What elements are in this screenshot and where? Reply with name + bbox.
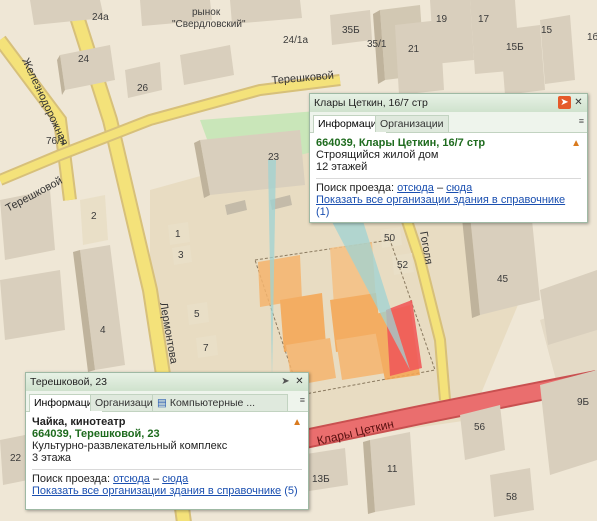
- building-label-3: 3: [178, 250, 184, 261]
- building-label-11: 11: [387, 464, 398, 475]
- tabs-scroll-icon[interactable]: ≡: [579, 116, 584, 126]
- route-label: Поиск проезда:: [32, 473, 110, 485]
- market-name-label: "Свердловский": [172, 19, 246, 30]
- tab-computer[interactable]: ▤ Компьютерные ...: [152, 394, 288, 411]
- route-dash: –: [152, 473, 160, 485]
- popup-title: Терешковой, 23: [30, 376, 107, 388]
- building-label-5: 5: [194, 309, 200, 320]
- show-all-row: Показать все организации здания в справо…: [32, 485, 302, 497]
- building-label-7: 7: [203, 343, 209, 354]
- building-label-1: 1: [175, 229, 181, 240]
- pin-icon[interactable]: ➤: [558, 96, 571, 109]
- building-label-52: 52: [397, 260, 409, 271]
- route-from-link[interactable]: отсюда: [397, 182, 434, 194]
- building-label-21: 21: [408, 44, 420, 55]
- close-icon[interactable]: ✕: [572, 96, 585, 109]
- show-all-row: Показать все организации здания в справо…: [316, 194, 581, 218]
- building-label-17: 17: [478, 14, 490, 25]
- tabs-scroll-icon[interactable]: ≡: [300, 395, 305, 405]
- route-row: Поиск проезда: отсюда – сюда: [32, 473, 302, 485]
- popup-body: ▲ Чайка, кинотеатр 664039, Терешковой, 2…: [26, 412, 308, 501]
- show-all-orgs-link[interactable]: Показать все организации здания в справо…: [316, 194, 565, 206]
- route-to-link[interactable]: сюда: [446, 182, 472, 194]
- building-type: Строящийся жилой дом: [316, 149, 439, 161]
- building-address: 664039, Терешковой, 23: [32, 428, 160, 440]
- building-label-35b: 35Б: [342, 25, 360, 36]
- route-label: Поиск проезда:: [316, 182, 394, 194]
- route-dash: –: [436, 182, 444, 194]
- tab-organizations[interactable]: Организации: [375, 115, 449, 132]
- popup-tabs: Информация Организации ≡: [310, 112, 587, 133]
- popup-tereshkovoy: Терешковой, 23 ➤ ✕ Информация Организаци…: [25, 372, 309, 510]
- show-all-orgs-link[interactable]: Показать все организации здания в справо…: [32, 485, 281, 497]
- divider: [316, 178, 581, 179]
- building-label-23: 23: [268, 152, 280, 163]
- building-label-24: 24: [78, 54, 90, 65]
- building-label-1b: 1б: [587, 31, 597, 43]
- building-label-19: 19: [436, 14, 448, 25]
- building-label-22: 22: [10, 453, 22, 464]
- building-address: 664039, Клары Цеткин, 16/7 стр: [316, 137, 486, 149]
- building-floors: 12 этажей: [316, 161, 368, 173]
- popup-title: Клары Цеткин, 16/7 стр: [314, 97, 428, 109]
- computer-icon: ▤: [157, 397, 167, 409]
- building-label-13b: 13Б: [312, 474, 330, 485]
- building-label-56: 56: [474, 422, 486, 433]
- building-label-58: 58: [506, 492, 518, 503]
- building-label-15: 15: [541, 25, 553, 36]
- building-label-9b: 9Б: [577, 397, 590, 408]
- building-label-24-1a: 24/1а: [283, 35, 308, 46]
- building-label-15b: 15Б: [506, 42, 524, 53]
- route-to-link[interactable]: сюда: [162, 473, 188, 485]
- route-row: Поиск проезда: отсюда – сюда: [316, 182, 581, 194]
- divider: [32, 469, 302, 470]
- show-all-count: (1): [316, 206, 330, 218]
- route-from-link[interactable]: отсюда: [113, 473, 150, 485]
- popup-klary-cetkin: Клары Цеткин, 16/7 стр ➤ ✕ Информация Ор…: [309, 93, 588, 223]
- show-all-count: (5): [284, 485, 298, 497]
- building-type: Культурно-развлекательный комплекс: [32, 440, 228, 452]
- building-label-26: 26: [137, 83, 149, 94]
- close-icon[interactable]: ✕: [293, 375, 306, 388]
- building-label-4: 4: [100, 325, 106, 336]
- tab-computer-label: Компьютерные ...: [169, 397, 256, 409]
- market-label: рынок: [192, 7, 221, 18]
- popup-body: ▲ 664039, Клары Цеткин, 16/7 стр Строящи…: [310, 133, 587, 222]
- org-name: Чайка, кинотеатр: [32, 416, 126, 428]
- building-label-35-1: 35/1: [367, 39, 387, 50]
- warning-icon: ▲: [292, 417, 302, 428]
- pin-icon[interactable]: ➤: [279, 375, 292, 388]
- building-label-50: 50: [384, 233, 396, 244]
- building-label-2: 2: [91, 211, 97, 222]
- popup-tabs: Информация Организации ▤ Компьютерные ..…: [26, 391, 308, 412]
- building-label-24a: 24а: [92, 12, 109, 23]
- popup-title-bar: Клары Цеткин, 16/7 стр ➤ ✕: [310, 94, 587, 112]
- popup-title-bar: Терешковой, 23 ➤ ✕: [26, 373, 308, 391]
- building-floors: 3 этажа: [32, 452, 72, 464]
- warning-icon: ▲: [571, 138, 581, 149]
- building-label-45: 45: [497, 274, 509, 285]
